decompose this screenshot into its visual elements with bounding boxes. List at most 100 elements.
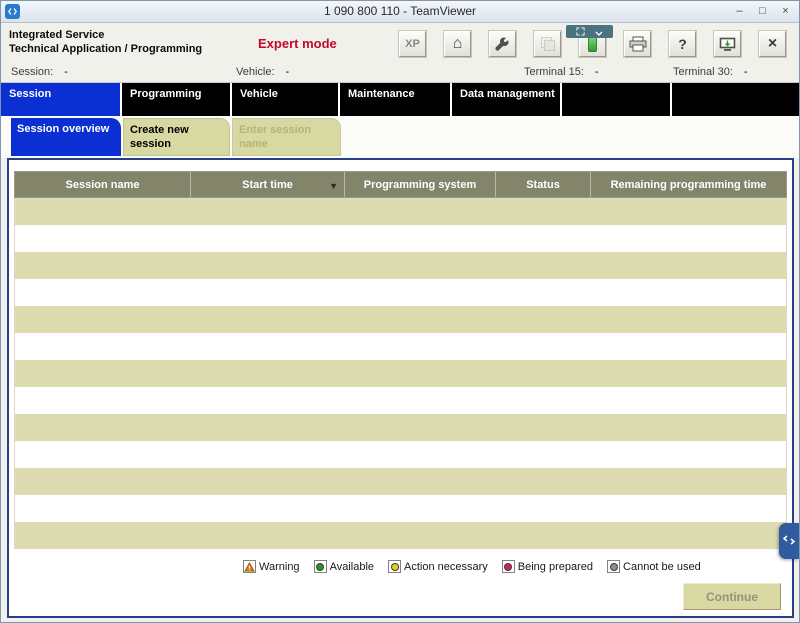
- table-row: [15, 522, 786, 549]
- app-title-line2: Technical Application / Programming: [9, 42, 202, 56]
- expand-icon: [576, 23, 585, 41]
- content-area: Session name Start time ▼ Programming syste…: [7, 158, 794, 618]
- legend-label: Action necessary: [404, 561, 488, 573]
- nav-tab-programming[interactable]: Programming: [122, 83, 232, 116]
- xp-icon: XP: [405, 38, 420, 50]
- nav-tab-label: Vehicle: [240, 88, 278, 100]
- nav-tab-label: Programming: [130, 88, 202, 100]
- chevron-down-icon: [595, 23, 603, 41]
- column-header-status[interactable]: Status: [496, 172, 591, 197]
- nav-tab-data-management[interactable]: Data management: [452, 83, 562, 116]
- table-row: [15, 387, 786, 414]
- legend-item-available: Available: [314, 560, 374, 573]
- table-row: [15, 441, 786, 468]
- legend-dot: [610, 563, 618, 571]
- column-header-start-time[interactable]: Start time ▼: [191, 172, 345, 197]
- status-item-terminal-30-: Terminal 30:-: [673, 66, 748, 78]
- help-icon: ?: [678, 37, 687, 51]
- table-row: [15, 333, 786, 360]
- nav-tab-label: Maintenance: [348, 88, 415, 100]
- nav-tab-label: Session: [9, 88, 51, 100]
- home-button[interactable]: ⌂: [444, 31, 471, 57]
- sub-tab-create-new-session[interactable]: Create new session: [123, 118, 230, 156]
- window-title: 1 090 800 110 - TeamViewer: [1, 4, 799, 18]
- legend-item-cannot-be-used: Cannot be used: [607, 560, 701, 573]
- legend-label: Warning: [259, 561, 300, 573]
- cannot-be-used-icon: [607, 560, 620, 573]
- legend-item-action-necessary: Action necessary: [388, 560, 488, 573]
- column-header-label: Status: [526, 179, 560, 191]
- app-header: Integrated Service Technical Application…: [1, 23, 799, 63]
- close-icon: ×: [768, 36, 777, 52]
- printer-icon: [629, 36, 647, 52]
- status-label: Vehicle:: [236, 66, 275, 78]
- nav-tab-label: Data management: [460, 88, 555, 100]
- maximize-button[interactable]: □: [752, 2, 773, 20]
- table-row: [15, 279, 786, 306]
- status-value: -: [595, 66, 599, 78]
- nav-tabs: Session Programming Vehicle Maintenance Data…: [1, 83, 799, 116]
- available-icon: [314, 560, 327, 573]
- being-prepared-icon: [502, 560, 515, 573]
- column-header-label: Session name: [66, 179, 140, 191]
- print-button[interactable]: [624, 31, 651, 57]
- remote-display-button[interactable]: [714, 31, 741, 57]
- nav-spacer: [562, 83, 672, 116]
- xp-button[interactable]: XP: [399, 31, 426, 57]
- sub-tab-enter-session-name: Enter session name: [232, 118, 341, 156]
- tools-button[interactable]: [489, 31, 516, 57]
- legend-item-warning: Warning: [243, 560, 300, 573]
- teamviewer-arrows-icon: [783, 532, 795, 550]
- column-header-label: Remaining programming time: [611, 179, 767, 191]
- nav-tab-vehicle[interactable]: Vehicle: [232, 83, 340, 116]
- nav-tab-maintenance[interactable]: Maintenance: [340, 83, 452, 116]
- status-item-session-: Session:-: [11, 66, 68, 78]
- table-row: [15, 495, 786, 522]
- table-row: [15, 306, 786, 333]
- legend-dot: [391, 563, 399, 571]
- nav-fill: [672, 83, 799, 116]
- teamviewer-window: 1 090 800 110 - TeamViewer –□× Integrate…: [0, 0, 800, 623]
- title-bar: 1 090 800 110 - TeamViewer –□×: [1, 1, 799, 23]
- column-header-label: Start time: [242, 179, 293, 191]
- sub-tab-label: Enter session name: [239, 124, 311, 150]
- sub-tab-label: Session overview: [17, 123, 109, 135]
- status-label: Terminal 15:: [524, 66, 584, 78]
- wrench-icon: [495, 37, 510, 52]
- action-necessary-icon: [388, 560, 401, 573]
- table-row: [15, 360, 786, 387]
- legend-item-being-prepared: Being prepared: [502, 560, 593, 573]
- exit-button[interactable]: ×: [759, 31, 786, 57]
- table-row: [15, 252, 786, 279]
- status-item-vehicle-: Vehicle:-: [236, 66, 289, 78]
- legend-label: Available: [330, 561, 374, 573]
- table-body: [14, 198, 787, 549]
- nav-tab-session[interactable]: Session: [1, 83, 122, 116]
- teamviewer-panel-handle[interactable]: [779, 523, 799, 559]
- column-header-session-name[interactable]: Session name: [15, 172, 191, 197]
- column-header-remaining-programming-time[interactable]: Remaining programming time: [591, 172, 786, 197]
- copy-icon: [541, 37, 555, 51]
- data-transfer-button: [534, 31, 561, 57]
- column-header-programming-system[interactable]: Programming system: [345, 172, 496, 197]
- status-item-terminal-15-: Terminal 15:-: [524, 66, 599, 78]
- sort-desc-icon[interactable]: ▼: [329, 181, 338, 191]
- app-title: Integrated Service Technical Application…: [9, 28, 202, 56]
- status-legend: Warning Available Action necessary Being pr…: [243, 560, 701, 573]
- legend-dot: [504, 563, 512, 571]
- table-header: Session name Start time ▼ Programming syste…: [14, 171, 787, 198]
- continue-button[interactable]: Continue: [683, 583, 781, 610]
- minimize-button[interactable]: –: [729, 2, 750, 20]
- status-label: Session:: [11, 66, 53, 78]
- table-row: [15, 414, 786, 441]
- sub-tabs: Session overview Create new session Enter …: [1, 116, 799, 158]
- status-label: Terminal 30:: [673, 66, 733, 78]
- close-button[interactable]: ×: [775, 2, 796, 20]
- monitor-icon: [719, 37, 736, 52]
- legend-label: Cannot be used: [623, 561, 701, 573]
- help-button[interactable]: ?: [669, 31, 696, 57]
- sub-tab-session-overview[interactable]: Session overview: [11, 118, 121, 156]
- teamviewer-toolbar-chip[interactable]: [566, 25, 613, 38]
- table-row: [15, 468, 786, 495]
- app-title-line1: Integrated Service: [9, 28, 202, 42]
